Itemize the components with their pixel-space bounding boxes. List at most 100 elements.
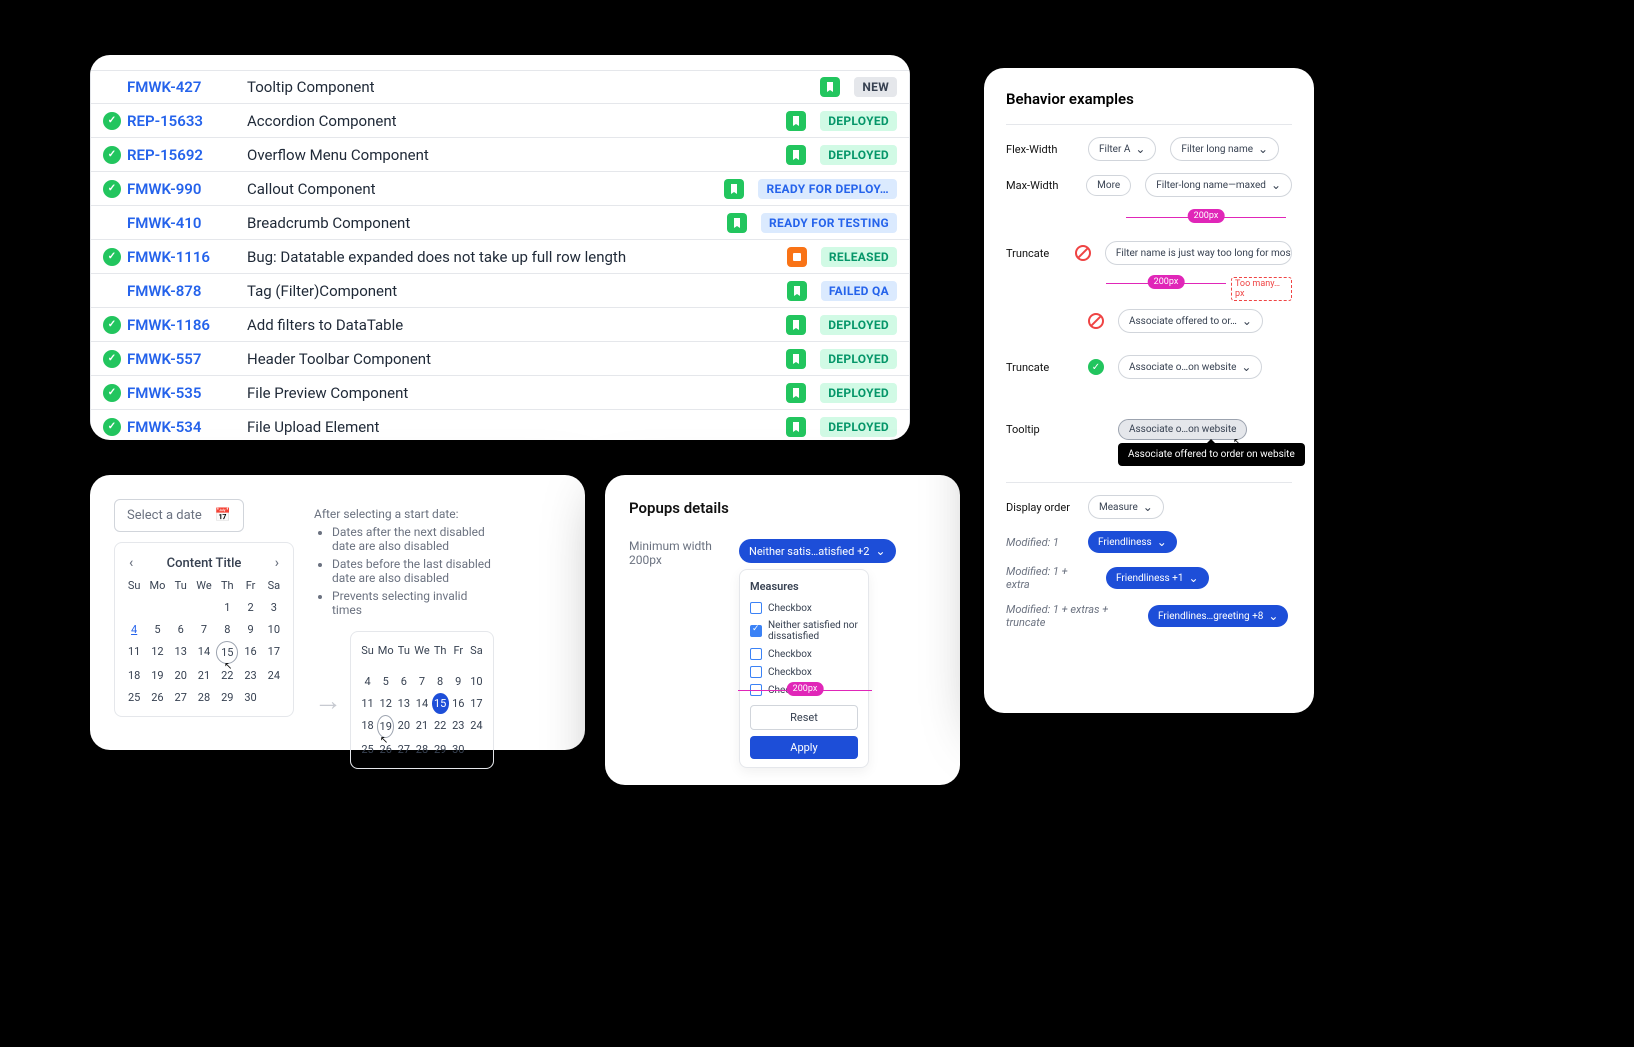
table-row[interactable]: FMWK-535 File Preview Component DEPLOYED [90, 376, 910, 410]
check-icon [103, 282, 121, 300]
behavior-heading: Behavior examples [1006, 90, 1292, 108]
table-row[interactable]: FMWK-878 Tag (Filter)Component FAILED QA [90, 274, 910, 308]
friendliness8-chip[interactable]: Friendlines…greeting +8 [1148, 605, 1288, 627]
checkbox-icon[interactable] [750, 602, 762, 614]
ticket-title: Tooltip Component [247, 78, 820, 96]
status-badge: READY FOR TESTING [761, 213, 897, 233]
filter-a-chip[interactable]: Filter A [1088, 137, 1156, 161]
mod3-label: Modified: 1 + extras + truncate [1006, 603, 1134, 629]
table-row[interactable]: FMWK-990 Callout Component READY FOR DEP… [90, 172, 910, 206]
prohibited-icon [1088, 313, 1104, 329]
status-badge: DEPLOYED [820, 349, 897, 369]
ticket-id[interactable]: FMWK-535 [127, 384, 247, 402]
more-chip[interactable]: More [1086, 175, 1131, 196]
status-badge: DEPLOYED [820, 383, 897, 403]
tooltip-chip[interactable]: Associate o…on website [1118, 419, 1247, 440]
calendar-right: SuMoTuWeThFrSa45678910111213141516171819… [350, 631, 494, 769]
ticket-title: Callout Component [247, 180, 724, 198]
status-badge: RELEASED [821, 247, 897, 267]
check-icon [103, 112, 121, 130]
date-placeholder: Select a date [127, 508, 202, 523]
maxed-chip[interactable]: Filter-long name—maxed [1145, 173, 1292, 197]
assoc-chip[interactable]: Associate offered to or… [1118, 309, 1263, 333]
friendliness1-chip[interactable]: Friendliness +1 [1106, 567, 1209, 589]
check-icon [103, 418, 121, 436]
ruler: 200px [1126, 217, 1286, 218]
ticket-table: FMWK-427 Tooltip Component NEW REP-15633… [90, 55, 910, 440]
check-icon [103, 146, 121, 164]
check-icon [103, 350, 121, 368]
status-badge: READY FOR DEPLOY… [758, 179, 897, 199]
checkbox-item[interactable]: Neither satisfied nor dissatisfied [740, 617, 868, 645]
checkbox-icon[interactable] [750, 625, 762, 637]
checkbox-icon[interactable] [750, 648, 762, 660]
reset-button[interactable]: Reset [750, 705, 858, 730]
ticket-title: File Preview Component [247, 384, 786, 402]
ticket-id[interactable]: FMWK-878 [127, 282, 247, 300]
checkbox-item[interactable]: Checkbox [740, 599, 868, 617]
table-row[interactable]: FMWK-1116 Bug: Datatable expanded does n… [90, 240, 910, 274]
filter-b-chip[interactable]: Filter long name [1170, 137, 1279, 161]
ticket-id[interactable]: REP-15692 [127, 146, 247, 164]
trunc-bad-chip[interactable]: Filter name is just way too long for mos… [1105, 241, 1292, 265]
arrow-icon: → [314, 684, 342, 717]
bookmark-icon [786, 417, 806, 437]
ticket-title: Overflow Menu Component [247, 146, 786, 164]
table-row[interactable]: REP-15692 Overflow Menu Component DEPLOY… [90, 138, 910, 172]
table-row[interactable]: FMWK-410 Breadcrumb Component READY FOR … [90, 206, 910, 240]
popup-label: Minimum width 200px [629, 539, 719, 567]
note-item: Prevents selecting invalid times [332, 589, 494, 617]
ticket-title: File Upload Element [247, 418, 786, 436]
calendar-grid-2[interactable]: SuMoTuWeThFrSa45678910111213141516171819… [359, 640, 485, 760]
mod2-label: Modified: 1 + extra [1006, 565, 1092, 591]
ticket-id[interactable]: FMWK-410 [127, 214, 247, 232]
trunc-label: Truncate [1006, 247, 1061, 260]
ticket-title: Accordion Component [247, 112, 786, 130]
status-badge: DEPLOYED [820, 315, 897, 335]
popup-heading: Popups details [629, 499, 936, 517]
notes-title: After selecting a start date: [314, 507, 494, 521]
trunc-ok-chip[interactable]: Associate o…on website [1118, 355, 1262, 379]
ruler: 200px [1106, 283, 1226, 284]
date-input[interactable]: Select a date 📅 [114, 499, 244, 532]
table-row[interactable]: FMWK-534 File Upload Element DEPLOYED [90, 410, 910, 440]
checkbox-item[interactable]: Checkbox [740, 645, 868, 663]
ticket-id[interactable]: FMWK-427 [127, 78, 247, 96]
check-icon: ✓ [1088, 359, 1104, 375]
prohibited-icon [1075, 245, 1091, 261]
ticket-id[interactable]: FMWK-1116 [127, 248, 247, 266]
prev-month-icon[interactable]: ‹ [129, 555, 133, 571]
apply-button[interactable]: Apply [750, 736, 858, 759]
table-row[interactable]: REP-15633 Accordion Component DEPLOYED [90, 104, 910, 138]
bookmark-icon [724, 179, 744, 199]
bookmark-icon [786, 145, 806, 165]
mod1-label: Modified: 1 [1006, 536, 1074, 549]
checkbox-item[interactable]: Checkbox [740, 663, 868, 681]
calendar-grid[interactable]: SuMoTuWeThFrSa12345678910111213141516171… [123, 575, 285, 708]
ticket-id[interactable]: FMWK-557 [127, 350, 247, 368]
ticket-id[interactable]: FMWK-990 [127, 180, 247, 198]
filter-pill[interactable]: Neither satis…atisfied +2 [739, 539, 896, 563]
checkbox-icon[interactable] [750, 666, 762, 678]
table-row[interactable]: FMWK-427 Tooltip Component NEW [90, 70, 910, 104]
note-item: Dates before the last disabled date are … [332, 557, 494, 585]
friendliness-chip[interactable]: Friendliness [1088, 531, 1177, 553]
ticket-title: Tag (Filter)Component [247, 282, 787, 300]
table-row[interactable]: FMWK-1186 Add filters to DataTable DEPLO… [90, 308, 910, 342]
ticket-id[interactable]: REP-15633 [127, 112, 247, 130]
status-badge: FAILED QA [821, 281, 897, 301]
ticket-title: Breadcrumb Component [247, 214, 727, 232]
date-notes: After selecting a start date: Dates afte… [314, 499, 494, 769]
ticket-title: Add filters to DataTable [247, 316, 786, 334]
tooltip-label: Tooltip [1006, 423, 1074, 436]
table-row[interactable]: FMWK-557 Header Toolbar Component DEPLOY… [90, 342, 910, 376]
bookmark-icon [787, 281, 807, 301]
ticket-id[interactable]: FMWK-1186 [127, 316, 247, 334]
ticket-id[interactable]: FMWK-534 [127, 418, 247, 436]
check-icon [103, 384, 121, 402]
calendar-title: Content Title [167, 556, 242, 571]
check-icon [103, 78, 121, 96]
next-month-icon[interactable]: › [275, 555, 279, 571]
measure-chip[interactable]: Measure [1088, 495, 1164, 519]
status-badge: DEPLOYED [820, 111, 897, 131]
